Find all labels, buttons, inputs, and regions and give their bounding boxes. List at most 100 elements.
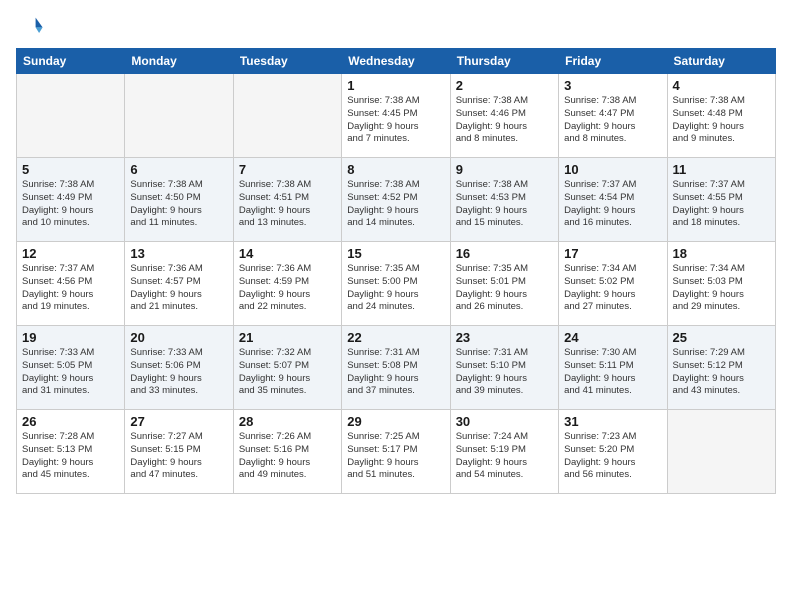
calendar-cell: 14 Sunrise: 7:36 AM Sunset: 4:59 PM Dayli…: [233, 242, 341, 326]
week-row: 1 Sunrise: 7:38 AM Sunset: 4:45 PM Daylig…: [17, 74, 776, 158]
calendar-cell: 6Sunrise: 7:38 AM Sunset: 4:50 PM Daylig…: [125, 158, 233, 242]
day-info: Sunrise: 7:33 AM Sunset: 5:05 PM Dayligh…: [22, 347, 119, 398]
calendar-cell: 11 Sunrise: 7:37 AM Sunset: 4:55 PM Dayli…: [667, 158, 775, 242]
calendar-cell: 20 Sunrise: 7:33 AM Sunset: 5:06 PM Dayli…: [125, 326, 233, 410]
day-info: Sunrise: 7:37 AM Sunset: 4:55 PM Dayligh…: [673, 179, 770, 230]
day-number: 4: [673, 78, 770, 93]
day-number: 5: [22, 162, 119, 177]
day-info: Sunrise: 7:33 AM Sunset: 5:06 PM Dayligh…: [130, 347, 227, 398]
day-info: Sunrise: 7:38 AM Sunset: 4:52 PM Dayligh…: [347, 179, 444, 230]
day-number: 26: [22, 414, 119, 429]
day-number: 2: [456, 78, 553, 93]
day-number: 8: [347, 162, 444, 177]
day-number: 25: [673, 330, 770, 345]
day-number: 10: [564, 162, 661, 177]
day-number: 14: [239, 246, 336, 261]
day-info: Sunrise: 7:31 AM Sunset: 5:10 PM Dayligh…: [456, 347, 553, 398]
weekday-header: Saturday: [667, 49, 775, 74]
day-info: Sunrise: 7:37 AM Sunset: 4:54 PM Dayligh…: [564, 179, 661, 230]
calendar-cell: 7 Sunrise: 7:38 AM Sunset: 4:51 PM Daylig…: [233, 158, 341, 242]
calendar-cell: 15 Sunrise: 7:35 AM Sunset: 5:00 PM Dayli…: [342, 242, 450, 326]
weekday-header: Monday: [125, 49, 233, 74]
day-info: Sunrise: 7:38 AM Sunset: 4:49 PM Dayligh…: [22, 179, 119, 230]
day-number: 13: [130, 246, 227, 261]
day-info: Sunrise: 7:34 AM Sunset: 5:02 PM Dayligh…: [564, 263, 661, 314]
day-number: 22: [347, 330, 444, 345]
day-number: 11: [673, 162, 770, 177]
day-number: 28: [239, 414, 336, 429]
day-number: 16: [456, 246, 553, 261]
week-row: 26 Sunrise: 7:28 AM Sunset: 5:13 PM Dayli…: [17, 410, 776, 494]
day-info: Sunrise: 7:38 AM Sunset: 4:47 PM Dayligh…: [564, 95, 661, 146]
calendar-cell: [233, 74, 341, 158]
calendar-cell: 21 Sunrise: 7:32 AM Sunset: 5:07 PM Dayli…: [233, 326, 341, 410]
day-number: 3: [564, 78, 661, 93]
calendar-cell: 27Sunrise: 7:27 AM Sunset: 5:15 PM Dayli…: [125, 410, 233, 494]
day-info: Sunrise: 7:24 AM Sunset: 5:19 PM Dayligh…: [456, 431, 553, 482]
calendar-cell: 13 Sunrise: 7:36 AM Sunset: 4:57 PM Dayli…: [125, 242, 233, 326]
weekday-header: Wednesday: [342, 49, 450, 74]
logo: [16, 12, 48, 40]
calendar-cell: 28 Sunrise: 7:26 AM Sunset: 5:16 PM Dayli…: [233, 410, 341, 494]
day-number: 23: [456, 330, 553, 345]
day-info: Sunrise: 7:28 AM Sunset: 5:13 PM Dayligh…: [22, 431, 119, 482]
calendar-cell: [667, 410, 775, 494]
day-number: 12: [22, 246, 119, 261]
day-info: Sunrise: 7:36 AM Sunset: 4:59 PM Dayligh…: [239, 263, 336, 314]
day-info: Sunrise: 7:35 AM Sunset: 5:00 PM Dayligh…: [347, 263, 444, 314]
day-number: 29: [347, 414, 444, 429]
calendar-cell: 4 Sunrise: 7:38 AM Sunset: 4:48 PM Daylig…: [667, 74, 775, 158]
calendar-cell: 30 Sunrise: 7:24 AM Sunset: 5:19 PM Dayli…: [450, 410, 558, 494]
calendar-cell: 1 Sunrise: 7:38 AM Sunset: 4:45 PM Daylig…: [342, 74, 450, 158]
calendar-cell: 19Sunrise: 7:33 AM Sunset: 5:05 PM Dayli…: [17, 326, 125, 410]
day-number: 17: [564, 246, 661, 261]
logo-icon: [16, 12, 44, 40]
day-number: 7: [239, 162, 336, 177]
day-info: Sunrise: 7:30 AM Sunset: 5:11 PM Dayligh…: [564, 347, 661, 398]
day-info: Sunrise: 7:29 AM Sunset: 5:12 PM Dayligh…: [673, 347, 770, 398]
calendar-cell: 5 Sunrise: 7:38 AM Sunset: 4:49 PM Daylig…: [17, 158, 125, 242]
day-info: Sunrise: 7:25 AM Sunset: 5:17 PM Dayligh…: [347, 431, 444, 482]
day-number: 21: [239, 330, 336, 345]
day-number: 9: [456, 162, 553, 177]
week-row: 19Sunrise: 7:33 AM Sunset: 5:05 PM Dayli…: [17, 326, 776, 410]
calendar-cell: 12Sunrise: 7:37 AM Sunset: 4:56 PM Dayli…: [17, 242, 125, 326]
day-info: Sunrise: 7:34 AM Sunset: 5:03 PM Dayligh…: [673, 263, 770, 314]
day-info: Sunrise: 7:38 AM Sunset: 4:48 PM Dayligh…: [673, 95, 770, 146]
day-number: 31: [564, 414, 661, 429]
day-number: 15: [347, 246, 444, 261]
calendar-cell: [17, 74, 125, 158]
weekday-header: Thursday: [450, 49, 558, 74]
day-number: 18: [673, 246, 770, 261]
day-number: 20: [130, 330, 227, 345]
week-row: 5 Sunrise: 7:38 AM Sunset: 4:49 PM Daylig…: [17, 158, 776, 242]
day-info: Sunrise: 7:31 AM Sunset: 5:08 PM Dayligh…: [347, 347, 444, 398]
day-info: Sunrise: 7:26 AM Sunset: 5:16 PM Dayligh…: [239, 431, 336, 482]
calendar-cell: 25 Sunrise: 7:29 AM Sunset: 5:12 PM Dayli…: [667, 326, 775, 410]
calendar: SundayMondayTuesdayWednesdayThursdayFrid…: [16, 48, 776, 494]
calendar-cell: 2Sunrise: 7:38 AM Sunset: 4:46 PM Daylig…: [450, 74, 558, 158]
day-info: Sunrise: 7:36 AM Sunset: 4:57 PM Dayligh…: [130, 263, 227, 314]
calendar-cell: 31 Sunrise: 7:23 AM Sunset: 5:20 PM Dayli…: [559, 410, 667, 494]
week-row: 12Sunrise: 7:37 AM Sunset: 4:56 PM Dayli…: [17, 242, 776, 326]
day-number: 1: [347, 78, 444, 93]
day-info: Sunrise: 7:32 AM Sunset: 5:07 PM Dayligh…: [239, 347, 336, 398]
calendar-cell: [125, 74, 233, 158]
calendar-cell: 26 Sunrise: 7:28 AM Sunset: 5:13 PM Dayli…: [17, 410, 125, 494]
calendar-cell: 10 Sunrise: 7:37 AM Sunset: 4:54 PM Dayli…: [559, 158, 667, 242]
calendar-cell: 29 Sunrise: 7:25 AM Sunset: 5:17 PM Dayli…: [342, 410, 450, 494]
calendar-cell: 18 Sunrise: 7:34 AM Sunset: 5:03 PM Dayli…: [667, 242, 775, 326]
day-info: Sunrise: 7:38 AM Sunset: 4:53 PM Dayligh…: [456, 179, 553, 230]
day-info: Sunrise: 7:23 AM Sunset: 5:20 PM Dayligh…: [564, 431, 661, 482]
day-info: Sunrise: 7:27 AM Sunset: 5:15 PM Dayligh…: [130, 431, 227, 482]
calendar-cell: 22 Sunrise: 7:31 AM Sunset: 5:08 PM Dayli…: [342, 326, 450, 410]
day-info: Sunrise: 7:38 AM Sunset: 4:51 PM Dayligh…: [239, 179, 336, 230]
calendar-cell: 8 Sunrise: 7:38 AM Sunset: 4:52 PM Daylig…: [342, 158, 450, 242]
day-info: Sunrise: 7:38 AM Sunset: 4:45 PM Dayligh…: [347, 95, 444, 146]
day-number: 30: [456, 414, 553, 429]
calendar-cell: 16Sunrise: 7:35 AM Sunset: 5:01 PM Dayli…: [450, 242, 558, 326]
calendar-cell: 3 Sunrise: 7:38 AM Sunset: 4:47 PM Daylig…: [559, 74, 667, 158]
day-number: 6: [130, 162, 227, 177]
header: [16, 12, 776, 40]
weekday-header: Sunday: [17, 49, 125, 74]
